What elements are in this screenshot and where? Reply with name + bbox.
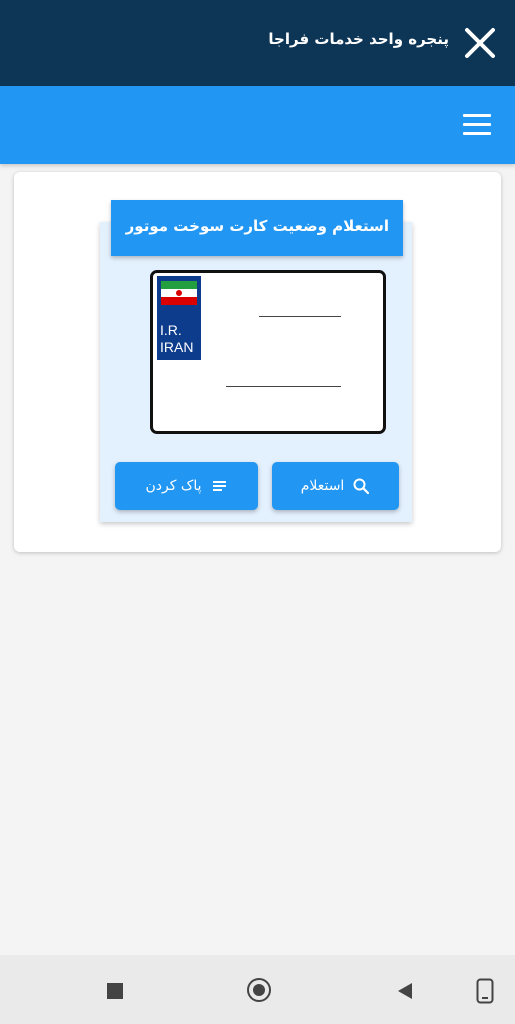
system-navigation-bar <box>0 955 515 1024</box>
back-icon[interactable] <box>396 982 414 1000</box>
home-icon[interactable] <box>247 978 271 1002</box>
plate-number-field-1[interactable] <box>259 316 341 317</box>
plate-country-line2: IRAN <box>160 339 194 355</box>
window-title: پنجره واحد خدمات فراجا <box>268 30 449 48</box>
screen-rotate-icon[interactable] <box>476 978 494 1004</box>
plate-country-line1: I.R. <box>160 322 182 338</box>
menu-icon[interactable] <box>463 114 491 136</box>
plate-country-strip: I.R. IRAN <box>157 276 201 360</box>
search-icon <box>352 477 370 495</box>
plate-country-code: I.R. IRAN <box>160 322 193 356</box>
app-bar <box>0 86 515 164</box>
clear-lines-icon <box>210 477 228 495</box>
panel-title: استعلام وضعیت کارت سوخت موتور <box>125 217 389 235</box>
content-card: استعلام وضعیت کارت سوخت موتور I.R. IRAN <box>14 172 501 552</box>
close-icon[interactable] <box>461 24 499 62</box>
window-title-bar: پنجره واحد خدمات فراجا <box>0 0 515 86</box>
iran-flag-icon <box>161 281 197 305</box>
inquiry-button-label: استعلام <box>300 478 345 494</box>
plate-number-field-2[interactable] <box>226 386 341 387</box>
recent-apps-icon[interactable] <box>107 983 123 999</box>
clear-button[interactable]: پاک کردن <box>115 462 258 510</box>
inquiry-button[interactable]: استعلام <box>272 462 399 510</box>
panel-header: استعلام وضعیت کارت سوخت موتور <box>111 200 403 256</box>
license-plate-input[interactable]: I.R. IRAN <box>150 270 386 434</box>
clear-button-label: پاک کردن <box>145 478 202 494</box>
